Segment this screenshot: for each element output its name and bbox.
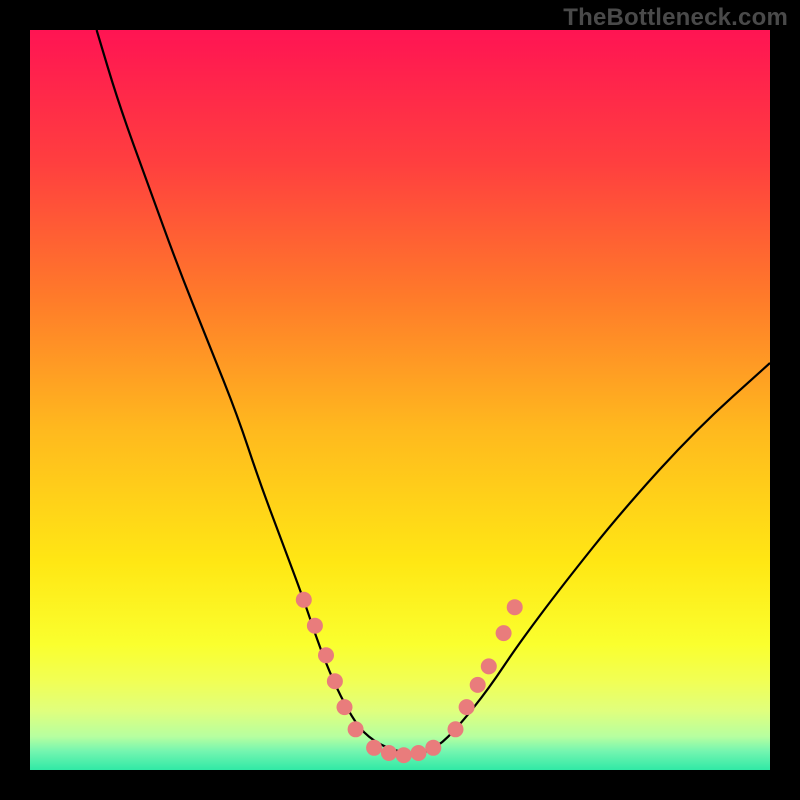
- chart-svg: [30, 30, 770, 770]
- highlight-dot: [348, 721, 364, 737]
- chart-plot-area: [30, 30, 770, 770]
- outer-black-frame: [30, 30, 770, 770]
- highlight-dot: [337, 699, 353, 715]
- highlight-dot: [496, 625, 512, 641]
- highlight-dot: [396, 747, 412, 763]
- highlight-dot: [307, 618, 323, 634]
- highlight-dot: [459, 699, 475, 715]
- highlight-dot: [381, 745, 397, 761]
- highlight-dot: [448, 721, 464, 737]
- highlight-dot: [327, 673, 343, 689]
- highlight-dot: [411, 745, 427, 761]
- highlight-dot: [507, 599, 523, 615]
- highlight-dot: [296, 592, 312, 608]
- highlight-dot: [425, 740, 441, 756]
- highlight-dot: [318, 647, 334, 663]
- highlight-dot: [366, 740, 382, 756]
- gradient-background: [30, 30, 770, 770]
- highlight-dot: [470, 677, 486, 693]
- watermark-text: TheBottleneck.com: [563, 4, 788, 32]
- highlight-dot: [481, 658, 497, 674]
